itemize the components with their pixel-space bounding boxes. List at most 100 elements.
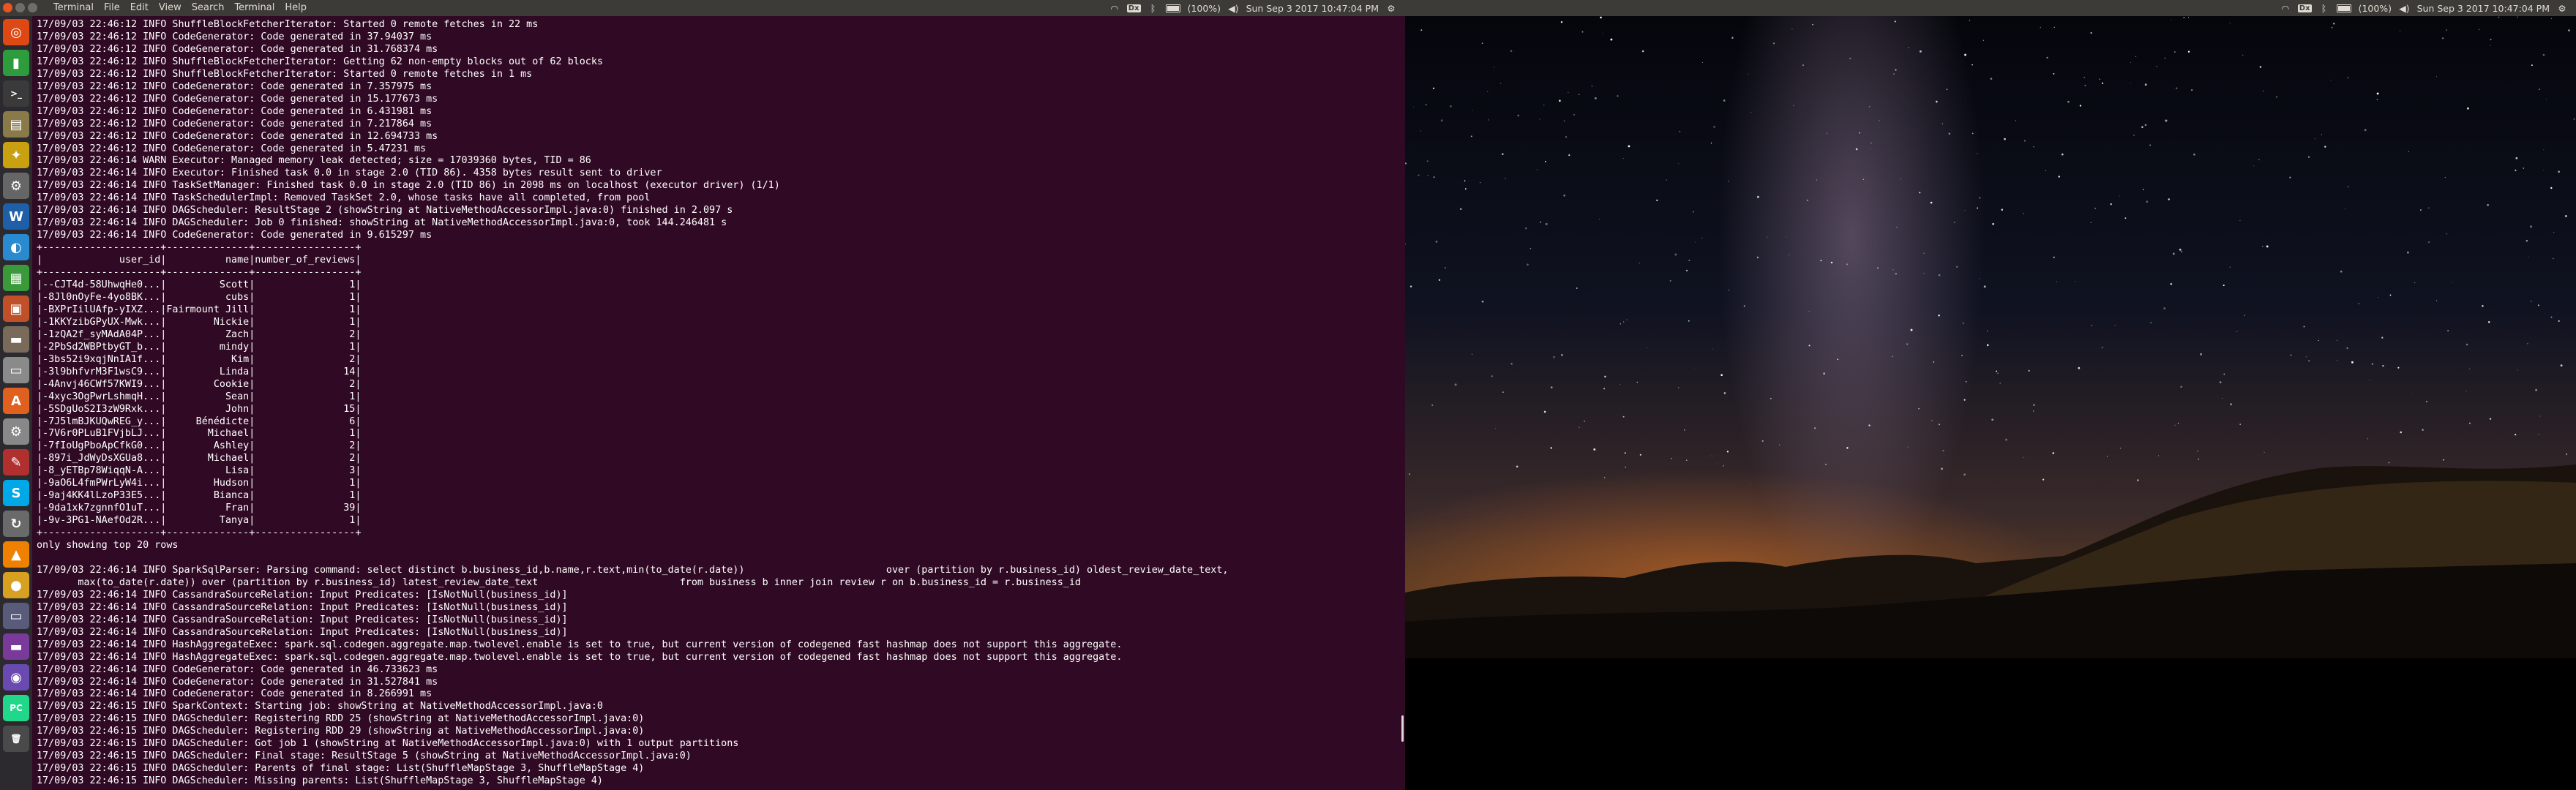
trash-icon[interactable]: 🗑 xyxy=(3,726,29,752)
menu-file[interactable]: File xyxy=(99,0,125,16)
impress-icon[interactable]: ▣ xyxy=(3,296,29,322)
star xyxy=(1695,241,1696,243)
battery-percentage[interactable]: (100%) xyxy=(2359,3,2392,14)
system-settings-icon[interactable]: ⚙ xyxy=(3,418,29,445)
clock[interactable]: Sun Sep 3 2017 10:47:04 PM xyxy=(1246,3,1379,14)
star xyxy=(2466,107,2469,110)
star xyxy=(1986,344,1989,347)
star xyxy=(1723,99,1726,102)
chrome-icon[interactable]: ● xyxy=(3,572,29,598)
terminal-icon[interactable]: >_ xyxy=(3,80,29,107)
menu-help[interactable]: Help xyxy=(280,0,312,16)
monitor-icon[interactable]: ▭ xyxy=(3,603,29,629)
gear-icon[interactable]: ⚙ xyxy=(1386,3,1396,14)
menu-terminal[interactable]: Terminal xyxy=(229,0,280,16)
firefox-icon[interactable]: ◉ xyxy=(3,664,29,691)
star xyxy=(2062,153,2064,156)
star xyxy=(2535,388,2538,391)
bluetooth-icon[interactable]: ᛒ xyxy=(2319,3,2329,14)
close-window-icon[interactable] xyxy=(3,3,12,12)
maximize-window-icon[interactable] xyxy=(28,3,37,12)
wifi-icon[interactable]: ◠ xyxy=(2280,3,2291,14)
star xyxy=(1623,321,1625,323)
volume-icon[interactable]: ◀) xyxy=(1228,3,1239,14)
star xyxy=(1565,136,1568,138)
menu-edit[interactable]: Edit xyxy=(125,0,154,16)
star xyxy=(1757,195,1759,198)
terminal-app-icon[interactable]: ▮ xyxy=(3,50,29,76)
star xyxy=(2191,89,2193,91)
star xyxy=(2135,56,2137,58)
star xyxy=(1685,269,1688,272)
star xyxy=(1992,222,1994,225)
dropbox-indicator[interactable]: Dx xyxy=(2297,4,2312,12)
files-icon[interactable]: ▤ xyxy=(3,111,29,138)
bluetooth-icon[interactable]: ᛒ xyxy=(1148,3,1158,14)
star xyxy=(2067,100,2070,103)
menu-search[interactable]: Search xyxy=(187,0,230,16)
battery-icon[interactable] xyxy=(1165,4,1180,12)
star xyxy=(2444,176,2446,178)
star xyxy=(2033,146,2034,148)
star xyxy=(1573,113,1575,116)
star xyxy=(1413,106,1414,108)
star xyxy=(1440,119,1443,122)
clock[interactable]: Sun Sep 3 2017 10:47:04 PM xyxy=(2417,3,2550,14)
settings-icon[interactable]: ⚙ xyxy=(3,173,29,199)
archive-icon[interactable]: ▬ xyxy=(3,326,29,353)
dropbox-indicator[interactable]: Dx xyxy=(1126,4,1141,12)
star xyxy=(1418,174,1420,176)
star xyxy=(2447,330,2449,331)
star xyxy=(2040,27,2041,29)
star xyxy=(2527,343,2528,345)
star xyxy=(1559,99,1561,102)
star xyxy=(1918,407,1920,410)
star xyxy=(1678,163,1680,165)
ubuntu-dash-icon[interactable]: ◎ xyxy=(3,19,29,45)
star xyxy=(2262,246,2264,247)
star xyxy=(1683,429,1685,431)
star xyxy=(2515,157,2518,159)
update-icon[interactable]: ↻ xyxy=(3,511,29,537)
star xyxy=(2346,347,2348,350)
terminal-scrollbar[interactable] xyxy=(1401,715,1404,742)
star xyxy=(2187,50,2190,53)
pycharm-icon[interactable]: PC xyxy=(3,695,29,721)
terminal-output[interactable]: 17/09/03 22:46:12 INFO ShuffleBlockFetch… xyxy=(32,16,1405,790)
writer-icon[interactable]: W xyxy=(3,203,29,230)
software-center-icon[interactable]: A xyxy=(3,388,29,414)
sync-icon[interactable]: ◐ xyxy=(3,234,29,260)
gear-icon[interactable]: ⚙ xyxy=(2557,3,2567,14)
calc-icon[interactable]: ▦ xyxy=(3,265,29,291)
star xyxy=(1806,199,1808,201)
wifi-icon[interactable]: ◠ xyxy=(1109,3,1120,14)
menu-view[interactable]: View xyxy=(154,0,187,16)
terminal-window[interactable]: 17/09/03 22:46:12 INFO ShuffleBlockFetch… xyxy=(32,16,1405,790)
menu-app-title: Terminal xyxy=(53,2,94,13)
battery-percentage[interactable]: (100%) xyxy=(1188,3,1221,14)
star xyxy=(2181,250,2183,253)
app-purple-icon[interactable]: ▬ xyxy=(3,633,29,660)
transmission-icon[interactable]: ✦ xyxy=(3,142,29,168)
star xyxy=(1426,160,1429,162)
star xyxy=(1444,267,1446,269)
star xyxy=(2303,326,2305,328)
star xyxy=(1816,179,1818,181)
star xyxy=(1568,154,1570,157)
vlc-icon[interactable]: ▲ xyxy=(3,541,29,568)
star xyxy=(2523,168,2525,169)
star xyxy=(2435,300,2438,301)
star xyxy=(1563,120,1565,122)
battery-icon[interactable] xyxy=(2336,4,2351,12)
star xyxy=(2114,325,2116,326)
star xyxy=(2482,305,2484,307)
text-editor-icon[interactable]: ▭ xyxy=(3,357,29,383)
volume-icon[interactable]: ◀) xyxy=(2399,3,2410,14)
tweak-icon[interactable]: ✎ xyxy=(3,449,29,475)
star xyxy=(1906,343,1909,345)
minimize-window-icon[interactable] xyxy=(15,3,25,12)
star xyxy=(1495,428,1496,429)
skype-icon[interactable]: S xyxy=(3,480,29,506)
star xyxy=(1517,114,1519,117)
star xyxy=(1972,132,1974,135)
